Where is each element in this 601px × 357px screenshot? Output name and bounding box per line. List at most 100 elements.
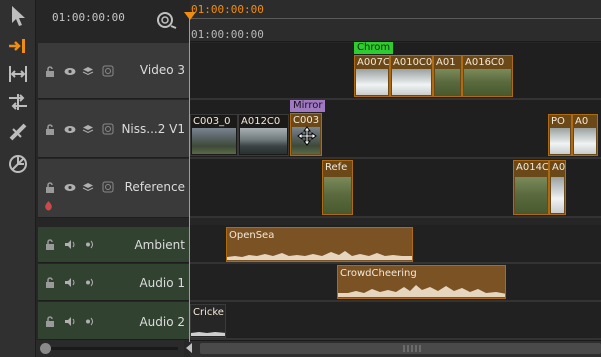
playhead-line[interactable]	[189, 12, 190, 342]
scrollbar-grip-icon	[403, 345, 421, 352]
clip-label: A01	[436, 57, 456, 68]
blend-mode-icon[interactable]	[102, 65, 114, 77]
video-clip[interactable]: A016C0	[462, 55, 513, 97]
ruler-divider	[190, 18, 601, 19]
clip-label: C003_0	[193, 116, 231, 127]
move-cursor-icon	[297, 126, 317, 150]
waveform	[338, 285, 505, 297]
link-tool-icon[interactable]	[5, 152, 31, 176]
waveform	[191, 332, 225, 336]
track-header-reference[interactable]: Reference	[38, 159, 189, 218]
blend-mode-icon[interactable]	[102, 123, 114, 135]
lock-icon[interactable]	[44, 181, 56, 193]
lock-icon[interactable]	[44, 276, 56, 288]
video-clip[interactable]: A0	[549, 160, 566, 215]
playhead-handle-icon[interactable]	[184, 12, 196, 20]
clip-thumbnail	[356, 69, 388, 95]
clip-label: Cricke	[193, 307, 224, 318]
ruler-timecode-secondary: 01:00:00:00	[191, 28, 264, 41]
ripple-tool-icon[interactable]	[5, 62, 31, 86]
track-name[interactable]: Video 3	[140, 63, 185, 77]
clip-label: OpenSea	[229, 230, 275, 241]
speaker-icon[interactable]	[64, 315, 76, 327]
track-header-audio1[interactable]: Audio 1	[38, 264, 189, 301]
track-header-video2[interactable]: Niss...2 V1	[38, 100, 189, 158]
video-clip[interactable]: PO	[548, 114, 572, 156]
video-clip[interactable]: A014C	[513, 160, 549, 215]
video-clip[interactable]: A012C0	[238, 114, 289, 156]
speaker-icon[interactable]	[64, 238, 76, 250]
solo-icon[interactable]	[84, 238, 96, 250]
track-name[interactable]: Audio 2	[139, 315, 185, 329]
waveform	[227, 251, 412, 260]
layers-icon[interactable]	[82, 65, 94, 77]
ruler-timecode: 01:00:00:00	[191, 3, 264, 16]
eye-icon[interactable]	[64, 65, 76, 77]
track-header-audio2[interactable]: Audio 2	[38, 302, 189, 340]
clip-thumbnail	[551, 177, 564, 213]
clip-thumbnail	[324, 177, 351, 213]
clip-thumbnail	[435, 69, 460, 95]
lock-icon[interactable]	[44, 123, 56, 135]
audio-clip[interactable]: Cricke	[190, 304, 226, 338]
clip-label: A012C0	[241, 116, 281, 127]
slip-tool-icon[interactable]	[5, 90, 31, 114]
audio-clip[interactable]: OpenSea	[226, 227, 413, 262]
clip-label: A007C	[357, 57, 390, 68]
video-clip[interactable]: A01	[433, 55, 462, 97]
clip-label: A014C	[516, 162, 549, 173]
video-clip[interactable]: Refe	[322, 160, 353, 215]
speaker-icon[interactable]	[64, 276, 76, 288]
layers-icon[interactable]	[82, 181, 94, 193]
track-insert-tool-icon[interactable]	[5, 34, 31, 58]
clip-label: A0	[552, 162, 566, 173]
clip-label: A010C0	[393, 57, 433, 68]
zoom-slider-track[interactable]	[50, 347, 178, 350]
lock-icon[interactable]	[44, 65, 56, 77]
audio-clip[interactable]: CrowdCheering	[337, 265, 506, 299]
clip-label: CrowdCheering	[340, 268, 417, 279]
clip-thumbnail	[392, 69, 431, 95]
track-header-ambient[interactable]: Ambient	[38, 227, 189, 263]
scroll-left-arrow-icon[interactable]	[186, 343, 192, 353]
zoom-slider-knob[interactable]	[40, 343, 51, 354]
video-clip[interactable]: A0	[572, 114, 598, 156]
track-name[interactable]: Reference	[125, 180, 185, 194]
lock-icon[interactable]	[44, 315, 56, 327]
track-name[interactable]: Niss...2 V1	[121, 122, 185, 136]
clip-label: C003	[293, 115, 320, 126]
clip-thumbnail	[574, 128, 596, 154]
clip-thumbnail	[192, 128, 236, 154]
snap-toggle-icon[interactable]	[155, 10, 177, 30]
solo-icon[interactable]	[84, 315, 96, 327]
current-timecode[interactable]: 01:00:00:00	[52, 11, 125, 24]
video-clip[interactable]: C003_0	[190, 114, 238, 156]
clip-thumbnail	[240, 128, 287, 154]
clip-label: Refe	[325, 162, 348, 173]
effect-tag-chrom[interactable]: Chrom	[354, 42, 394, 54]
lane-audio2[interactable]	[190, 302, 601, 340]
clip-thumbnail	[464, 69, 511, 95]
track-name[interactable]: Ambient	[134, 238, 185, 252]
video-clip[interactable]: A007C	[354, 55, 390, 97]
track-name[interactable]: Audio 1	[139, 276, 185, 290]
clip-label: A016C0	[465, 57, 505, 68]
lock-icon[interactable]	[44, 238, 56, 250]
clip-label: PO	[551, 116, 565, 127]
video-clip[interactable]: A010C0	[390, 55, 433, 97]
effect-tag-mirror[interactable]: Mirror	[290, 100, 326, 112]
record-flag-icon[interactable]	[42, 199, 54, 211]
clip-label: A0	[575, 116, 589, 127]
layers-icon[interactable]	[82, 123, 94, 135]
tool-strip	[0, 0, 36, 357]
blend-mode-icon[interactable]	[102, 181, 114, 193]
eye-icon[interactable]	[64, 123, 76, 135]
razor-tool-icon[interactable]	[5, 120, 31, 144]
clip-thumbnail	[515, 177, 547, 213]
track-header-video3[interactable]: Video 3	[38, 43, 189, 99]
clip-thumbnail	[550, 128, 570, 154]
solo-icon[interactable]	[84, 276, 96, 288]
scrollbar-thumb[interactable]	[200, 343, 601, 354]
eye-icon[interactable]	[64, 181, 76, 193]
select-tool-icon[interactable]	[5, 4, 31, 28]
